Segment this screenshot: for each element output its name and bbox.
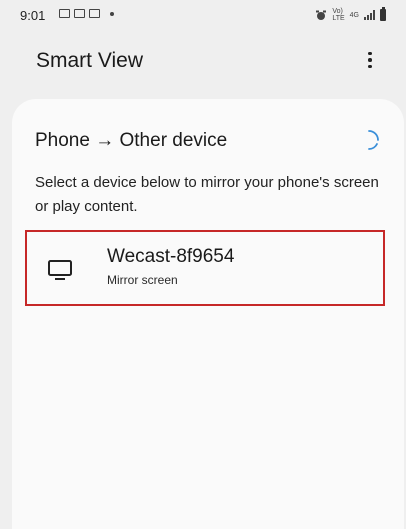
section-description: Select a device below to mirror your pho… <box>35 174 379 215</box>
device-name: Wecast-8f9654 <box>107 246 235 267</box>
status-bar: 9:01 Vo) LTE 4G <box>0 0 406 28</box>
4g-data-icon: 4G <box>349 11 359 19</box>
signal-icon <box>364 10 375 20</box>
volte-lte-icon: Vo) LTE <box>332 8 344 22</box>
device-subtitle: Mirror screen <box>107 273 178 287</box>
battery-icon <box>380 7 386 21</box>
gallery-icon <box>59 9 70 18</box>
more-options-button[interactable] <box>352 42 388 78</box>
message-icon <box>74 9 85 18</box>
more-vertical-icon <box>368 51 372 56</box>
spinner-icon <box>368 130 379 150</box>
tv-icon <box>48 260 72 280</box>
section-title: Phone → Other device <box>35 130 228 151</box>
status-time: 9:01 <box>20 8 46 23</box>
page-title: Smart View <box>36 49 143 72</box>
lte-label: LTE <box>332 15 345 22</box>
email-icon <box>89 9 100 18</box>
volte-label: Vo) <box>332 8 343 15</box>
device-item-wecast[interactable]: Wecast-8f9654 Mirror screen <box>25 230 385 306</box>
status-system-icons: Vo) LTE 4G <box>315 7 386 22</box>
device-card: Phone → Other device Select a device bel… <box>12 99 404 529</box>
alarm-icon <box>316 10 327 20</box>
status-notification-icons <box>59 9 114 18</box>
notification-dot-icon <box>110 11 114 16</box>
app-bar: Smart View <box>0 28 406 88</box>
